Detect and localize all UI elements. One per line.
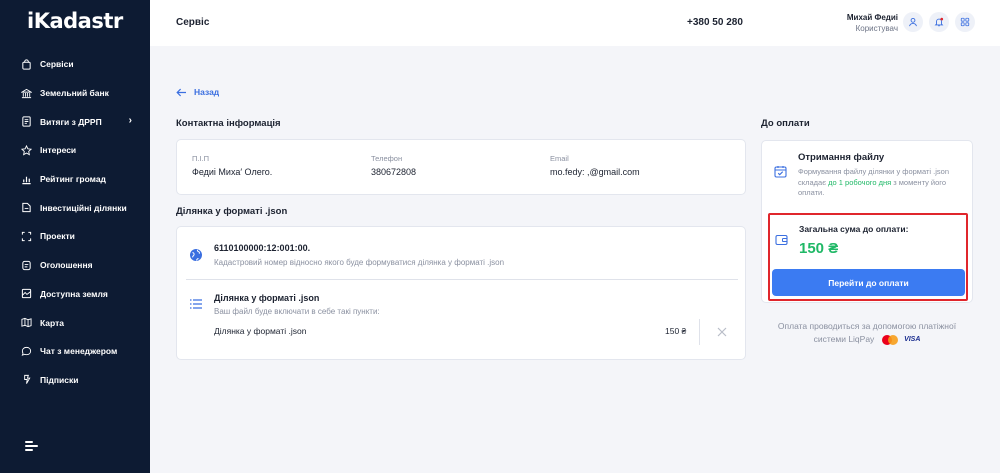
frame-icon	[21, 231, 32, 242]
calendar-check-icon	[774, 166, 787, 178]
cadastral-number: 6110100000:12:001:00.	[214, 243, 311, 253]
receive-title: Отримання файлу	[798, 152, 885, 163]
user-info[interactable]: Михай Федиі Користувач	[825, 12, 898, 34]
sidebar-item-manager-chat[interactable]: Чат з менеджером	[0, 337, 150, 366]
receive-text-line: Формування файлу ділянки у форматі .json	[798, 167, 949, 176]
star-icon	[21, 144, 32, 156]
sidebar-item-label: Карта	[40, 317, 64, 328]
contact-name-label: П.І.П	[192, 154, 210, 163]
arrow-left-icon	[176, 88, 186, 96]
contact-phone-label: Телефон	[371, 154, 403, 163]
file-title: Ділянка у форматі .json	[214, 293, 320, 303]
sidebar-item-label: Доступна земля	[40, 288, 108, 299]
list-icon	[190, 299, 202, 309]
receive-text-line: складає до 1 робочого дня з моменту його	[798, 177, 947, 187]
sidebar-item-map[interactable]: Карта	[0, 308, 150, 337]
bank-icon	[21, 88, 32, 99]
sidebar-item-subscriptions[interactable]: Підписки	[0, 366, 150, 395]
sidebar-item-announcements[interactable]: Оголошення	[0, 251, 150, 280]
sidebar-item-label: Оголошення	[40, 260, 93, 271]
receive-time-highlight: до 1 робочого дня	[828, 177, 892, 187]
plot-icon	[21, 202, 32, 213]
shopping-bag-icon	[21, 59, 32, 70]
file-hint: Ваш файл буде включати в себе такі пункт…	[214, 307, 380, 316]
chevron-right-icon: ›	[128, 115, 132, 127]
document-icon	[21, 116, 32, 127]
map-icon	[21, 317, 32, 328]
payment-section-title: До оплати	[761, 118, 810, 129]
announcement-icon	[21, 260, 32, 271]
user-name: Михай Федиі	[846, 13, 898, 22]
sidebar-item-label: Витяги з ДРРП	[40, 116, 102, 127]
contact-card: П.І.П Федиі Миха′ Олего. Телефон 3806728…	[176, 139, 746, 195]
sidebar-item-label: Чат з менеджером	[40, 346, 118, 357]
sidebar-item-label: Сервіси	[40, 59, 74, 70]
contact-section-title: Контактна інформація	[176, 118, 281, 129]
sidebar-item-community-rating[interactable]: Рейтинг громад	[0, 165, 150, 194]
land-icon	[21, 288, 32, 299]
sidebar-item-label: Проекти	[40, 231, 75, 242]
close-icon[interactable]	[717, 327, 727, 337]
contact-email-label: Email	[550, 154, 569, 163]
payment-note-line: системи LiqPay VISA	[761, 333, 973, 346]
contact-phone-value: 380672808	[371, 167, 417, 177]
sidebar-item-label: Інвестиційні ділянки	[40, 202, 127, 213]
sidebar-item-available-land[interactable]: Доступна земля	[0, 280, 150, 309]
menu-toggle-icon[interactable]	[25, 441, 38, 451]
support-phone[interactable]: +380 50 280	[687, 17, 743, 28]
sidebar-item-services[interactable]: Сервіси	[0, 50, 150, 79]
chart-icon	[21, 174, 32, 185]
sidebar-item-label: Інтереси	[40, 145, 77, 156]
grid-icon	[960, 17, 970, 27]
mastercard-icon	[881, 334, 898, 345]
payment-note-line: Оплата проводиться за допомогою платіжно…	[777, 321, 957, 331]
highlight-box	[768, 213, 968, 301]
sidebar-item-label: Рейтинг громад	[40, 174, 106, 185]
back-link[interactable]: Назад	[176, 87, 219, 97]
sidebar-item-land-bank[interactable]: Земельний банк	[0, 79, 150, 108]
chat-icon	[21, 346, 32, 357]
sidebar-item-extracts[interactable]: Витяги з ДРРП ›	[0, 107, 150, 136]
globe-icon	[190, 249, 202, 261]
sidebar-item-label: Земельний банк	[40, 88, 109, 99]
plot-section-title: Ділянка у форматі .json	[176, 206, 288, 217]
sidebar-item-label: Підписки	[40, 374, 79, 385]
user-icon	[909, 17, 917, 27]
contact-email-value: mo.fedy: ,@gmail.com	[550, 167, 640, 177]
sidebar-nav: Сервіси Земельний банк Витяги з ДРРП › І…	[0, 50, 150, 394]
visa-logo: VISA	[904, 336, 921, 344]
cadastral-hint: Кадастровий номер відносно якого буде фо…	[214, 258, 505, 267]
contact-name-value: Федиі Миха′ Олего.	[192, 167, 273, 177]
sidebar-item-projects[interactable]: Проекти	[0, 222, 150, 251]
line-item-label: Ділянка у форматі .json	[214, 326, 307, 336]
sidebar-item-investment-plots[interactable]: Інвестиційні ділянки	[0, 193, 150, 222]
bell-icon	[934, 17, 944, 27]
sidebar: iKadastr Сервіси Земельний банк Витяги з…	[0, 0, 150, 473]
page-title: Сервіс	[176, 17, 210, 28]
top-header: Сервіс +380 50 280 Михай Федиі Користува…	[150, 0, 1000, 46]
logo[interactable]: iKadastr	[27, 9, 123, 33]
sidebar-item-interests[interactable]: Інтереси	[0, 136, 150, 165]
receive-description: Формування файлу ділянки у форматі .json…	[798, 167, 966, 199]
line-item-price: 150 ₴	[665, 326, 687, 336]
receive-text-line: оплати.	[798, 188, 825, 197]
plot-card: 6110100000:12:001:00. Кадастровий номер …	[176, 226, 746, 360]
back-label: Назад	[194, 87, 220, 97]
subscription-icon	[21, 374, 32, 385]
payment-note: Оплата проводиться за допомогою платіжно…	[761, 320, 973, 346]
user-role: Користувач	[855, 24, 898, 33]
divider	[186, 279, 738, 280]
apps-button[interactable]	[955, 12, 975, 32]
profile-button[interactable]	[903, 12, 923, 32]
vertical-divider	[699, 319, 700, 345]
notifications-button[interactable]	[929, 12, 949, 32]
